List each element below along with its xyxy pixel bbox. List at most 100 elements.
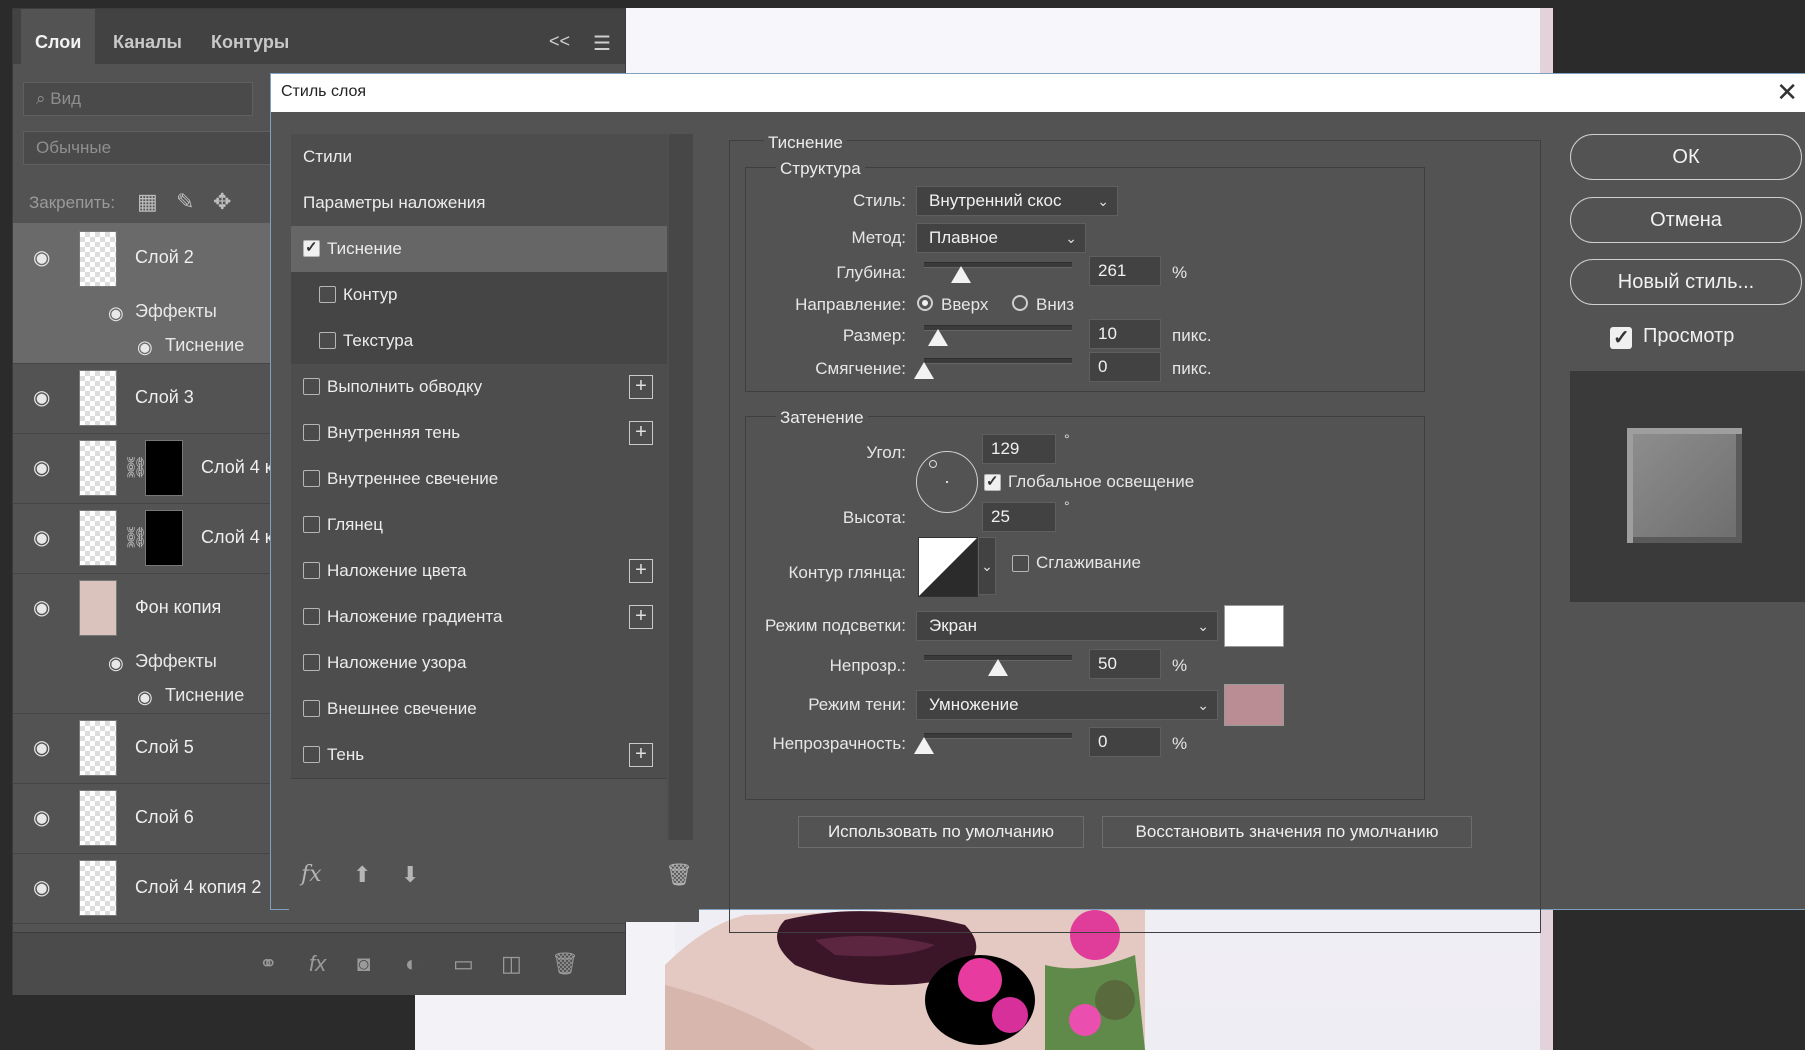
make-default-button[interactable]: Использовать по умолчанию	[798, 816, 1084, 848]
layer-mask-thumbnail[interactable]	[145, 510, 183, 566]
eye-icon[interactable]: ◉	[33, 595, 50, 620]
checkbox[interactable]	[303, 562, 320, 579]
preview-checkbox[interactable]: ✓	[1610, 327, 1632, 349]
style-item-color-overlay[interactable]: Наложение цвета +	[291, 548, 667, 595]
new-layer-icon[interactable]: ◫	[501, 951, 522, 977]
tab-paths[interactable]: Контуры	[197, 9, 303, 64]
close-icon[interactable]: ✕	[1776, 77, 1798, 108]
style-dropdown[interactable]: Внутренний скос ⌄	[916, 186, 1118, 216]
effect-eye-icon[interactable]: ◉	[137, 687, 153, 708]
tab-channels[interactable]: Каналы	[99, 9, 196, 64]
new-group-icon[interactable]: ▭	[453, 951, 474, 977]
angle-dial[interactable]	[916, 451, 978, 513]
styles-header[interactable]: Стили	[291, 134, 667, 181]
add-effect-plus-icon[interactable]: +	[629, 375, 653, 399]
shadow-opacity-input[interactable]: 0	[1089, 727, 1161, 757]
depth-input[interactable]: 261	[1089, 256, 1161, 286]
soften-input[interactable]: 0	[1089, 352, 1161, 382]
style-item-contour[interactable]: Контур	[291, 272, 667, 319]
move-up-icon[interactable]: ⬆	[353, 862, 371, 888]
add-style-icon[interactable]: fx	[309, 951, 326, 977]
effect-eye-icon[interactable]: ◉	[137, 337, 153, 358]
lock-position-icon[interactable]: ✥	[213, 189, 231, 215]
eye-icon[interactable]: ◉	[33, 735, 50, 760]
style-item-stroke[interactable]: Выполнить обводку +	[291, 364, 667, 411]
move-down-icon[interactable]: ⬇	[401, 862, 419, 888]
checkbox[interactable]	[319, 332, 336, 349]
depth-slider[interactable]	[924, 262, 1072, 268]
tab-layers[interactable]: Слои	[21, 9, 96, 64]
style-item-pattern-overlay[interactable]: Наложение узора	[291, 640, 667, 687]
layer-filter-dropdown[interactable]: ⌕ Вид	[23, 82, 253, 116]
styles-scrollbar[interactable]	[669, 134, 693, 840]
depth-slider-thumb[interactable]	[951, 266, 971, 283]
link-layers-icon[interactable]: ⚭	[259, 951, 277, 977]
style-item-drop-shadow[interactable]: Тень +	[291, 732, 667, 779]
eye-icon[interactable]: ◉	[33, 805, 50, 830]
checkbox[interactable]	[303, 700, 320, 717]
collapse-panel-button[interactable]: <<	[549, 31, 570, 52]
add-effect-plus-icon[interactable]: +	[629, 743, 653, 767]
effects-eye-icon[interactable]: ◉	[108, 303, 124, 324]
highlight-opacity-input[interactable]: 50	[1089, 649, 1161, 679]
lock-transparent-icon[interactable]: ▦	[137, 189, 158, 215]
direction-up-radio[interactable]	[917, 295, 933, 311]
add-mask-icon[interactable]: ◙	[357, 951, 370, 977]
highlight-mode-dropdown[interactable]: Экран ⌄	[916, 611, 1218, 641]
highlight-color-swatch[interactable]	[1224, 605, 1284, 647]
checkbox[interactable]	[303, 424, 320, 441]
antialias-checkbox[interactable]	[1012, 555, 1029, 572]
angle-input[interactable]: 129	[982, 434, 1056, 464]
blend-mode-dropdown[interactable]: Обычные	[23, 131, 271, 165]
style-item-satin[interactable]: Глянец	[291, 502, 667, 549]
add-effect-plus-icon[interactable]: +	[629, 559, 653, 583]
adjustment-layer-icon[interactable]: ◐	[405, 951, 418, 977]
eye-icon[interactable]: ◉	[33, 875, 50, 900]
checkbox[interactable]	[303, 746, 320, 763]
direction-down-radio[interactable]	[1012, 295, 1028, 311]
ok-button[interactable]: ОК	[1570, 134, 1802, 180]
eye-icon[interactable]: ◉	[33, 455, 50, 480]
add-effect-plus-icon[interactable]: +	[629, 605, 653, 629]
eye-icon[interactable]: ◉	[33, 245, 50, 270]
shadow-color-swatch[interactable]	[1224, 684, 1284, 726]
style-item-gradient-overlay[interactable]: Наложение градиента +	[291, 594, 667, 641]
layer-mask-thumbnail[interactable]	[145, 440, 183, 496]
global-light-checkbox[interactable]	[984, 472, 1001, 491]
size-slider-thumb[interactable]	[928, 329, 948, 346]
gloss-contour-dropdown[interactable]: ⌄	[978, 537, 996, 595]
delete-effect-icon[interactable]: 🗑	[665, 862, 693, 888]
checkbox[interactable]	[303, 654, 320, 671]
size-input[interactable]: 10	[1089, 319, 1161, 349]
highlight-opacity-slider-thumb[interactable]	[988, 659, 1008, 676]
shadow-opacity-slider[interactable]	[924, 733, 1072, 739]
shadow-opacity-slider-thumb[interactable]	[914, 737, 934, 754]
effects-eye-icon[interactable]: ◉	[108, 653, 124, 674]
checkbox[interactable]	[319, 286, 336, 303]
eye-icon[interactable]: ◉	[33, 385, 50, 410]
eye-icon[interactable]: ◉	[33, 525, 50, 550]
cancel-button[interactable]: Отмена	[1570, 197, 1802, 243]
soften-slider[interactable]	[924, 358, 1072, 364]
style-item-texture[interactable]: Текстура	[291, 318, 667, 365]
shadow-mode-dropdown[interactable]: Умножение ⌄	[916, 690, 1218, 720]
fx-menu-icon[interactable]: fx	[301, 862, 322, 887]
checkbox[interactable]	[303, 378, 320, 395]
style-item-inner-glow[interactable]: Внутреннее свечение	[291, 456, 667, 503]
checkbox[interactable]	[303, 608, 320, 625]
blending-options-item[interactable]: Параметры наложения	[291, 180, 667, 227]
checkbox[interactable]	[303, 516, 320, 533]
gloss-contour-preview[interactable]	[918, 537, 978, 597]
style-item-inner-shadow[interactable]: Внутренняя тень +	[291, 410, 667, 457]
new-style-button[interactable]: Новый стиль...	[1570, 259, 1802, 305]
delete-layer-icon[interactable]: 🗑	[551, 951, 579, 977]
checkbox[interactable]	[303, 238, 320, 257]
lock-pixels-icon[interactable]: ✎	[176, 189, 194, 215]
method-dropdown[interactable]: Плавное ⌄	[916, 223, 1086, 253]
altitude-input[interactable]: 25	[982, 502, 1056, 532]
reset-default-button[interactable]: Восстановить значения по умолчанию	[1102, 816, 1472, 848]
checkbox[interactable]	[303, 470, 320, 487]
style-item-bevel[interactable]: Тиснение	[291, 226, 667, 273]
panel-menu-icon[interactable]: ☰	[593, 31, 611, 56]
soften-slider-thumb[interactable]	[914, 362, 934, 379]
